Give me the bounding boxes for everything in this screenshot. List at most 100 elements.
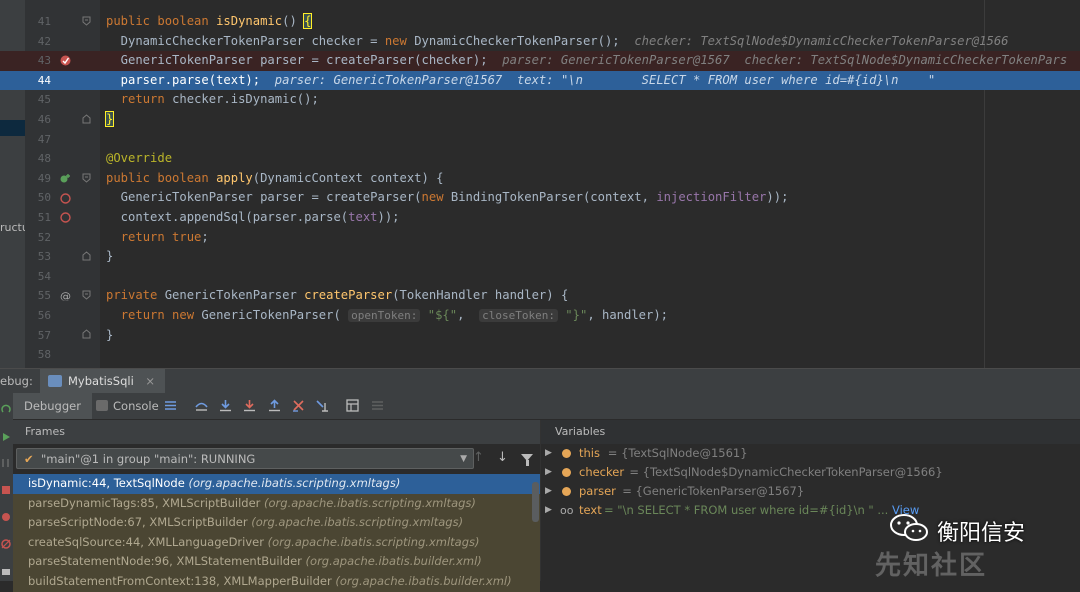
chevron-down-icon: ▼ [460, 454, 467, 464]
view-breakpoints-icon[interactable] [1, 512, 11, 522]
code-token: DynamicCheckerTokenParser checker = [106, 33, 385, 48]
variable-row[interactable]: ▶ this = {TextSqlNode@1561} [541, 444, 1080, 463]
code-token: { [303, 13, 313, 29]
code-line[interactable]: 52 return true; [0, 228, 1080, 248]
field-icon [562, 468, 571, 477]
code-line[interactable]: 54 [0, 267, 1080, 287]
next-frame-icon[interactable]: ↓ [497, 450, 508, 465]
debug-session-label: MybatisSqli [68, 374, 134, 388]
code-line[interactable]: 43 GenericTokenParser parser = createPar… [0, 51, 1080, 71]
frame-row[interactable]: parseDynamicTags:85, XMLScriptBuilder (o… [13, 493, 540, 514]
frame-row[interactable]: parseStatementNode:96, XMLStatementBuild… [13, 552, 540, 572]
close-tab-icon[interactable]: × [145, 374, 155, 388]
code-line[interactable]: 41 public boolean isDynamic() { [0, 12, 1080, 32]
line-number: 53 [37, 250, 51, 264]
rerun-icon[interactable] [1, 404, 11, 414]
previous-frame-icon[interactable]: ↑ [473, 450, 484, 465]
code-text: return new GenericTokenParser( openToken… [106, 306, 668, 326]
fold-marker-icon[interactable] [82, 16, 91, 26]
code-line[interactable]: 45 return checker.isDynamic(); [0, 90, 1080, 110]
code-line[interactable]: 58 [0, 345, 1080, 365]
frame-package: (org.apache.ibatis.scripting.xmltags) [251, 515, 464, 530]
resume-icon[interactable] [1, 432, 11, 442]
fold-marker-icon[interactable] [82, 290, 91, 300]
code-editor[interactable]: ructu 41 public boolean isDynamic() {42 D… [0, 0, 1080, 368]
force-step-into-icon[interactable] [243, 399, 256, 412]
tab-debugger[interactable]: Debugger [13, 393, 92, 419]
frame-package: (org.apache.ibatis.scripting.xmltags) [267, 534, 480, 549]
code-token: private [106, 288, 165, 303]
code-token: new [421, 190, 451, 205]
code-line[interactable]: 56 return new GenericTokenParser( openTo… [0, 306, 1080, 326]
thread-select-value: "main"@1 in group "main": RUNNING [41, 452, 256, 466]
fold-marker-icon[interactable] [82, 173, 91, 183]
breakpoint-hit-icon[interactable] [60, 55, 71, 66]
code-line[interactable]: 44 parser.parse(text); parser: GenericTo… [0, 70, 1080, 91]
frame-method: parseDynamicTags:85, XMLScriptBuilder [28, 495, 265, 510]
code-token: GenericTokenParser parser = createParser… [106, 53, 503, 68]
step-out-icon[interactable] [268, 399, 281, 412]
code-token: text [348, 210, 378, 224]
code-text: public boolean apply(DynamicContext cont… [106, 169, 444, 189]
frames-header: Frames [13, 420, 540, 444]
step-into-icon[interactable] [219, 399, 232, 412]
code-line[interactable]: 48 @Override [0, 149, 1080, 169]
camera-icon[interactable] [1, 566, 11, 576]
frame-row[interactable]: isDynamic:44, TextSqlNode (org.apache.ib… [13, 474, 540, 494]
debug-session-tab[interactable]: MybatisSqli × [40, 369, 166, 393]
variable-row[interactable]: ▶ parser = {GenericTokenParser@1567} [541, 482, 1080, 501]
fold-end-icon[interactable] [82, 329, 91, 339]
code-line[interactable]: 57} [0, 326, 1080, 346]
expand-arrow-icon[interactable]: ▶ [545, 463, 552, 482]
code-text: DynamicCheckerTokenParser checker = new … [106, 32, 1009, 52]
line-number: 47 [37, 132, 51, 146]
pause-icon[interactable] [1, 458, 11, 468]
mute-breakpoints-icon[interactable] [1, 539, 11, 549]
code-line[interactable]: 47 [0, 130, 1080, 150]
fold-end-icon[interactable] [82, 114, 91, 124]
line-number: 42 [37, 34, 51, 48]
filter-icon[interactable] [521, 454, 533, 466]
code-line[interactable]: 55 private GenericTokenParser createParse… [0, 286, 1080, 306]
trace-icon[interactable] [371, 399, 384, 412]
code-text: public boolean isDynamic() { [106, 12, 313, 32]
code-line[interactable]: 42 DynamicCheckerTokenParser checker = n… [0, 32, 1080, 52]
override-method-icon[interactable] [60, 173, 71, 184]
stop-icon[interactable] [1, 485, 11, 495]
thread-select[interactable]: ✔ "main"@1 in group "main": RUNNING ▼ [16, 448, 474, 469]
code-line[interactable]: 50 GenericTokenParser parser = createPar… [0, 188, 1080, 208]
drop-frame-icon[interactable] [292, 399, 305, 412]
code-line[interactable]: 51 context.appendSql(parser.parse(text))… [0, 208, 1080, 228]
expand-arrow-icon[interactable]: ▶ [545, 444, 552, 463]
frame-row[interactable]: parseScriptNode:67, XMLScriptBuilder (or… [13, 513, 540, 533]
breakpoint-icon[interactable] [60, 193, 71, 204]
menu-lines-icon[interactable] [164, 399, 177, 412]
variable-row[interactable]: ▶ checker = {TextSqlNode$DynamicCheckerTo… [541, 463, 1080, 482]
code-token: (DynamicContext context) { [252, 170, 444, 185]
tab-console[interactable]: Console [96, 393, 159, 419]
code-token: apply [216, 170, 253, 185]
code-token: GenericTokenParser [164, 288, 305, 303]
usages-at-icon[interactable]: @ [60, 290, 71, 301]
inline-debug-value: parser: GenericTokenParser@1567 checker:… [502, 53, 1068, 68]
line-number: 46 [37, 113, 51, 126]
step-over-icon[interactable] [195, 399, 208, 412]
frame-row[interactable]: buildStatementFromContext:138, XMLMapper… [13, 572, 540, 592]
fold-end-icon[interactable] [82, 251, 91, 261]
frames-scrollbar[interactable] [532, 482, 539, 522]
expand-arrow-icon[interactable]: ▶ [545, 501, 552, 520]
expand-arrow-icon[interactable]: ▶ [545, 482, 552, 501]
breakpoint-icon[interactable] [60, 212, 71, 223]
evaluate-expression-icon[interactable] [346, 399, 359, 412]
variable-name: text [579, 503, 602, 517]
frame-row[interactable]: createSqlSource:44, XMLLanguageDriver (o… [13, 532, 540, 553]
variable-name: this [579, 446, 600, 460]
code-line[interactable]: 46} [0, 110, 1080, 130]
code-line[interactable]: 49 public boolean apply(DynamicContext co… [0, 169, 1080, 189]
code-line[interactable]: 53} [0, 247, 1080, 267]
run-to-cursor-icon[interactable] [316, 399, 329, 412]
watch-glasses-icon: oo [560, 504, 574, 517]
console-icon [96, 400, 108, 411]
